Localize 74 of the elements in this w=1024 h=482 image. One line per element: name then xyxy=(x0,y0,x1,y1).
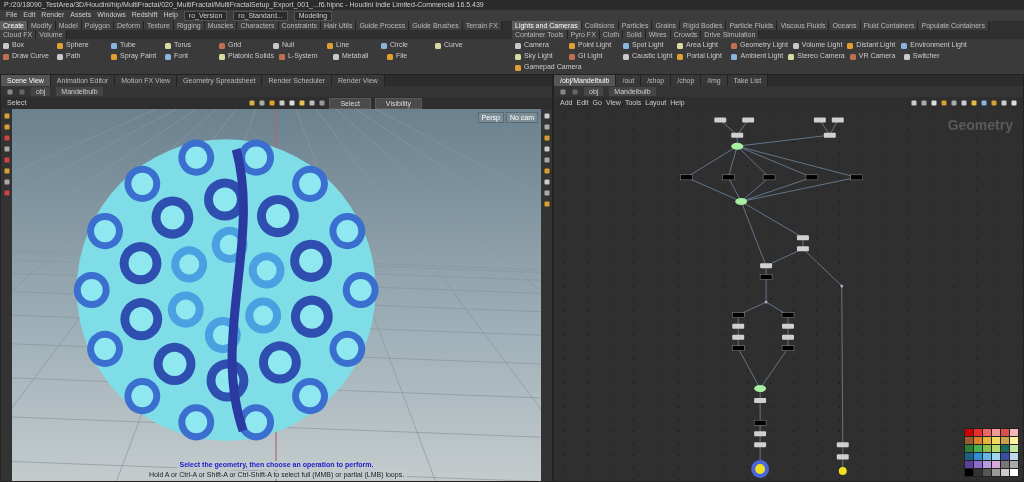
node-tile[interactable] xyxy=(754,398,767,404)
node-tile[interactable] xyxy=(836,442,849,448)
color-swatch[interactable] xyxy=(974,445,982,452)
color-swatch[interactable] xyxy=(983,461,991,468)
color-swatch[interactable] xyxy=(974,437,982,444)
color-swatch[interactable] xyxy=(965,429,973,436)
dark-node-tile[interactable] xyxy=(722,174,735,181)
dark-node-tile[interactable] xyxy=(805,174,819,181)
node-tile[interactable] xyxy=(732,323,745,329)
dark-node-tile[interactable] xyxy=(732,312,745,318)
dark-node-tile[interactable] xyxy=(762,174,776,181)
node-tile[interactable] xyxy=(796,235,809,241)
color-swatch[interactable] xyxy=(1001,461,1009,468)
color-swatch[interactable] xyxy=(965,445,973,452)
node-tile[interactable] xyxy=(731,132,744,138)
dark-node-tile[interactable] xyxy=(680,174,693,181)
color-swatch[interactable] xyxy=(965,469,973,476)
color-swatch[interactable] xyxy=(965,437,973,444)
dark-node-tile[interactable] xyxy=(759,274,773,280)
tool-icon[interactable] xyxy=(434,41,442,50)
color-swatch[interactable] xyxy=(992,469,1000,476)
dark-node-tile[interactable] xyxy=(732,345,745,351)
dark-node-tile[interactable] xyxy=(781,345,795,351)
color-swatch[interactable] xyxy=(1010,437,1018,444)
node-tile[interactable] xyxy=(782,334,794,340)
color-swatch[interactable] xyxy=(1001,445,1009,452)
dark-node-tile[interactable] xyxy=(781,312,795,318)
node-tile[interactable] xyxy=(836,454,849,460)
node-tile[interactable] xyxy=(732,334,745,340)
node-tile[interactable] xyxy=(831,117,844,123)
color-swatch[interactable] xyxy=(992,429,1000,436)
output-node[interactable] xyxy=(751,459,770,478)
color-swatch[interactable] xyxy=(974,429,982,436)
color-swatch[interactable] xyxy=(1001,429,1009,436)
color-swatch[interactable] xyxy=(974,453,982,460)
node-tile[interactable] xyxy=(796,246,809,252)
color-swatch[interactable] xyxy=(1001,453,1009,460)
dark-node-tile[interactable] xyxy=(753,419,767,426)
junction-dot[interactable] xyxy=(764,300,768,304)
color-swatch[interactable] xyxy=(1001,469,1009,476)
color-swatch[interactable] xyxy=(1010,461,1018,468)
color-swatch[interactable] xyxy=(983,429,991,436)
node-tile[interactable] xyxy=(823,132,836,138)
round-node[interactable] xyxy=(838,466,847,475)
node-tile[interactable] xyxy=(714,117,727,123)
oval-node[interactable] xyxy=(735,198,748,205)
color-swatch[interactable] xyxy=(1010,453,1018,460)
color-swatch[interactable] xyxy=(983,445,991,452)
color-swatch[interactable] xyxy=(965,453,973,460)
color-swatch[interactable] xyxy=(992,445,1000,452)
color-swatch[interactable] xyxy=(992,437,1000,444)
color-swatch[interactable] xyxy=(992,453,1000,460)
oval-node[interactable] xyxy=(731,142,744,150)
color-swatch[interactable] xyxy=(1001,437,1009,444)
dark-node-tile[interactable] xyxy=(850,174,863,181)
node-tile[interactable] xyxy=(782,323,794,329)
node-tile[interactable] xyxy=(760,263,773,269)
node-tile[interactable] xyxy=(754,442,767,448)
color-swatch[interactable] xyxy=(974,469,982,476)
color-swatch[interactable] xyxy=(992,461,1000,468)
node-tile[interactable] xyxy=(742,117,755,123)
node-tile[interactable] xyxy=(813,117,826,123)
color-swatch[interactable] xyxy=(983,437,991,444)
oval-node[interactable] xyxy=(754,385,767,392)
color-swatch[interactable] xyxy=(974,461,982,468)
color-swatch[interactable] xyxy=(1010,445,1018,452)
color-swatch[interactable] xyxy=(983,469,991,476)
junction-dot[interactable] xyxy=(840,284,844,288)
color-swatch[interactable] xyxy=(1010,429,1018,436)
color-swatch[interactable] xyxy=(1010,469,1018,476)
color-swatch[interactable] xyxy=(965,461,973,468)
color-swatch[interactable] xyxy=(983,453,991,460)
node-tile[interactable] xyxy=(754,431,767,437)
network-context-label: Geometry xyxy=(947,117,1013,134)
